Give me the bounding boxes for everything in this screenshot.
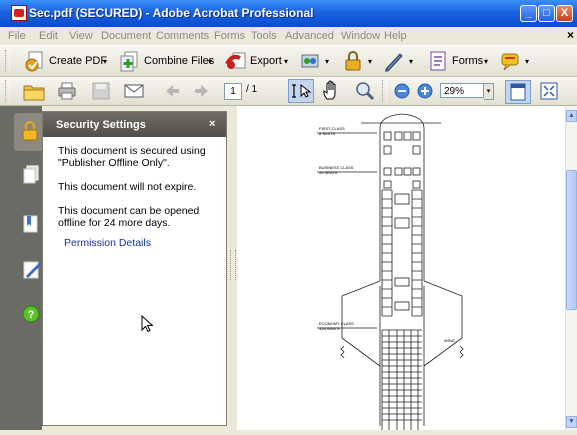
combine-files-button[interactable]: Combine Files (144, 55, 214, 67)
zoom-in-icon[interactable] (416, 82, 434, 100)
business-class-label: BUSINESS CLASS 40 SEATS (319, 165, 354, 175)
menu-help[interactable]: Help (384, 30, 407, 42)
previous-page-icon (163, 82, 181, 100)
scroll-down-button[interactable]: ▼ (566, 416, 577, 428)
toolbar-grip[interactable] (5, 50, 10, 72)
combine-files-dropdown[interactable]: ▾ (208, 57, 212, 66)
toolbar-grip-2[interactable] (5, 80, 10, 102)
secure-lock-icon[interactable] (342, 50, 364, 72)
menu-forms[interactable]: Forms (214, 30, 245, 42)
document-view[interactable]: FIRST CLASS 8 SEATS BUSINESS CLASS 40 SE… (237, 106, 565, 430)
single-page-view-button[interactable] (505, 80, 531, 104)
menu-document[interactable]: Document (101, 30, 151, 42)
help-icon[interactable]: ? (22, 305, 40, 323)
menu-window[interactable]: Window (341, 30, 380, 42)
export-dropdown[interactable]: ▾ (284, 57, 288, 66)
select-tool-button[interactable] (288, 79, 314, 103)
page-number-input[interactable]: 1 (224, 83, 242, 100)
next-page-icon (193, 82, 211, 100)
zoom-dropdown-button[interactable]: ▾ (484, 83, 494, 100)
menu-advanced[interactable]: Advanced (285, 30, 334, 42)
create-pdf-dropdown[interactable]: ▾ (103, 57, 107, 66)
zoom-level-input[interactable]: 29% (440, 83, 484, 98)
signatures-icon[interactable] (22, 260, 42, 280)
offline-days-text: This document can be opened offline for … (58, 205, 200, 229)
export-icon[interactable] (225, 50, 247, 72)
sign-pen-icon[interactable] (383, 50, 405, 72)
panel-title: Security Settings (56, 119, 146, 131)
scroll-thumb[interactable] (566, 170, 577, 310)
zoom-tool-icon[interactable] (354, 80, 376, 102)
select-tool-icon (292, 83, 312, 98)
menu-view[interactable]: View (69, 30, 93, 42)
start-meeting-icon[interactable] (299, 50, 321, 72)
sign-dropdown[interactable]: ▾ (409, 57, 413, 66)
permission-details-link[interactable]: Permission Details (64, 237, 151, 249)
menu-file[interactable]: File (8, 30, 26, 42)
acrobat-app-icon[interactable] (11, 5, 27, 21)
window-title: Sec.pdf (SECURED) - Adobe Acrobat Profes… (29, 6, 314, 20)
seat-map-page (317, 113, 464, 430)
mouse-cursor-icon (141, 315, 153, 333)
menu-comments[interactable]: Comments (156, 30, 209, 42)
save-icon (91, 81, 111, 101)
meeting-dropdown[interactable]: ▾ (325, 57, 329, 66)
menu-tools[interactable]: Tools (251, 30, 277, 42)
menu-edit[interactable]: Edit (39, 30, 58, 42)
print-icon[interactable] (57, 81, 77, 101)
security-method-text: This document is secured using "Publishe… (58, 145, 206, 169)
combine-files-icon[interactable] (118, 50, 140, 72)
open-folder-icon[interactable] (22, 80, 46, 102)
email-icon[interactable] (123, 81, 145, 101)
first-class-label: FIRST CLASS 8 SEATS (319, 126, 345, 136)
forms-button[interactable]: Forms (452, 55, 483, 67)
page-total: / 1 (246, 84, 258, 95)
review-dropdown[interactable]: ▾ (525, 57, 529, 66)
minimize-button[interactable]: _ (520, 5, 537, 22)
panel-close-button[interactable]: × (209, 118, 215, 130)
pages-icon[interactable] (22, 165, 40, 185)
lock-icon (20, 120, 40, 142)
bookmarks-icon[interactable] (22, 214, 40, 234)
forms-icon[interactable] (427, 50, 449, 72)
review-comment-icon[interactable] (499, 50, 521, 72)
scroll-up-button[interactable]: ▲ (566, 110, 577, 122)
svg-text:?: ? (28, 309, 35, 321)
fit-page-icon[interactable] (538, 80, 560, 102)
create-pdf-icon[interactable] (24, 50, 46, 72)
wing-label: WING (444, 338, 455, 343)
economy-class-label: ECONOMY CLASS 328 SEATS (319, 321, 354, 331)
export-button[interactable]: Export (250, 55, 282, 67)
maximize-button[interactable]: □ (538, 5, 555, 22)
secure-dropdown[interactable]: ▾ (368, 57, 372, 66)
expiration-text: This document will not expire. (58, 181, 197, 193)
toolbar-grip-3[interactable] (382, 80, 387, 102)
single-page-icon (510, 83, 526, 101)
splitter-grip[interactable] (230, 250, 236, 280)
hand-tool-icon[interactable] (320, 80, 342, 102)
create-pdf-button[interactable]: Create PDF (49, 55, 107, 67)
forms-dropdown[interactable]: ▾ (484, 57, 488, 66)
close-button[interactable]: X (556, 5, 573, 22)
document-close-button[interactable]: × (567, 28, 574, 42)
zoom-out-icon[interactable] (393, 82, 411, 100)
